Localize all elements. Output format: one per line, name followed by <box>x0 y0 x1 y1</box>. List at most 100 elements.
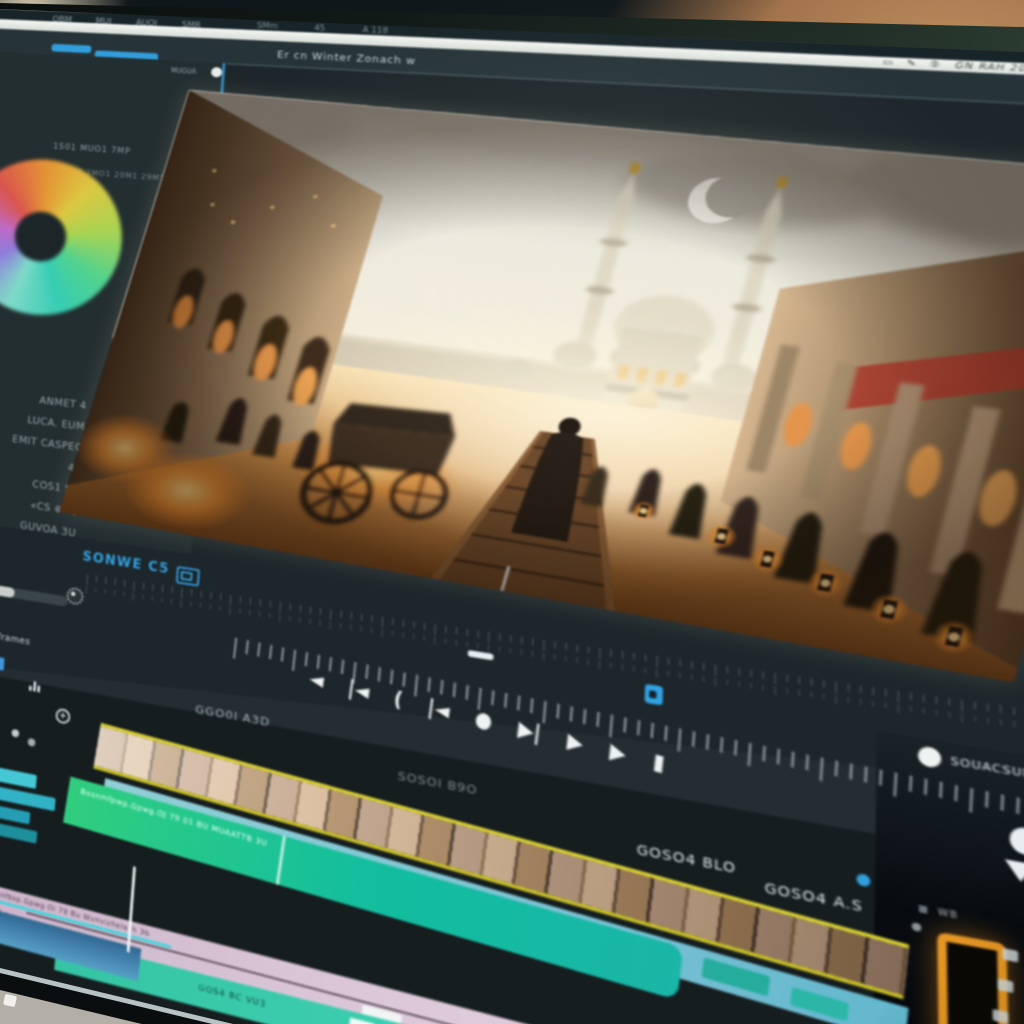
ruler-tick <box>260 599 261 606</box>
transport-button-4[interactable]: ● <box>473 705 493 734</box>
keyframe-icon[interactable] <box>29 680 41 692</box>
transport-button-7[interactable]: ▶ <box>608 737 627 767</box>
ruler-tick <box>152 584 153 591</box>
ruler-tick <box>257 642 260 656</box>
ruler-tick <box>623 717 626 732</box>
ruler-tick <box>191 589 192 596</box>
ruler-tick <box>715 678 716 687</box>
ruler-tick <box>133 581 135 591</box>
ruler-tick <box>873 687 874 695</box>
panel-scrollbar-thumb[interactable] <box>0 584 15 599</box>
badge-2-icon: ② <box>930 59 940 69</box>
ruler-tick <box>181 588 182 598</box>
ruler-tick <box>680 659 681 667</box>
ruler-tick <box>1013 707 1014 715</box>
ruler-tick <box>873 701 874 707</box>
ruler-tick <box>588 646 589 654</box>
ruler-tick <box>894 773 898 797</box>
ruler-tick <box>381 629 382 637</box>
ruler-tick <box>305 652 308 666</box>
image-icon[interactable]: ▭ <box>883 57 893 67</box>
ruler-tick <box>570 706 573 721</box>
ruler-tick <box>434 637 435 645</box>
ruler-tick <box>330 609 331 620</box>
ruler-tick <box>762 746 765 762</box>
transport-button-2[interactable]: ( <box>392 686 404 713</box>
ruler-tick <box>123 592 124 597</box>
transport-button-8[interactable]: ▮ <box>652 748 667 777</box>
ruler-tick <box>969 788 973 813</box>
gear-icon[interactable] <box>66 586 84 605</box>
ruler-tick <box>361 626 362 631</box>
ruler-tick <box>923 708 924 714</box>
ruler-tick <box>645 654 646 662</box>
ruler-tick <box>668 658 669 666</box>
ruler-tick <box>835 760 838 776</box>
ruler-tick <box>692 731 695 747</box>
ruler-tick <box>885 689 886 697</box>
ruler-tick <box>820 757 824 781</box>
ruler-tick <box>382 617 383 628</box>
menu-item[interactable]: SMm <box>257 21 279 30</box>
transport-button-3[interactable]: |◄ <box>426 694 451 724</box>
ruler-tick <box>645 667 646 673</box>
ruler-tick <box>622 651 623 659</box>
transport-button-6[interactable]: ▶ <box>566 727 585 756</box>
ruler-tick <box>403 620 404 627</box>
ruler-tick <box>233 638 237 659</box>
ruler-tick <box>171 598 172 603</box>
ruler-tick <box>622 664 623 670</box>
ruler-tick <box>610 662 611 668</box>
ruler-tick <box>860 685 861 693</box>
ruler-tick <box>229 607 230 615</box>
ruler-tick <box>434 624 435 635</box>
pen-icon[interactable]: ✎ <box>907 58 916 68</box>
ruler-tick <box>499 646 500 652</box>
ruler-tick <box>909 776 912 792</box>
ruler-tick <box>351 612 352 619</box>
ruler-tick <box>720 737 723 753</box>
ruler-tick <box>576 657 577 663</box>
transport-button-1[interactable]: |◄ <box>346 675 371 704</box>
track-green-notch <box>276 836 286 885</box>
transport-button-0[interactable]: ◄ <box>308 665 326 693</box>
ruler-tick <box>898 704 899 713</box>
ruler-tick <box>142 594 143 599</box>
ruler-tick <box>467 629 468 636</box>
ruler-tick <box>879 769 882 785</box>
ruler-tick <box>124 580 125 587</box>
ruler-tick <box>309 619 310 624</box>
ruler-tick <box>898 690 899 702</box>
timeline-panel-label: usaframes <box>0 628 31 646</box>
transport-button-5[interactable]: ▶| <box>517 715 543 746</box>
ruler-tick <box>114 590 115 595</box>
lock-icon[interactable] <box>645 684 663 706</box>
menu-item[interactable]: A 118 <box>362 25 388 35</box>
ruler-tick <box>488 632 489 643</box>
ruler-tick <box>456 627 457 634</box>
ruler-tick <box>152 596 153 601</box>
ruler-tick <box>637 720 640 735</box>
ruler-tick <box>269 613 270 618</box>
ruler-tick <box>521 637 522 644</box>
ruler-tick <box>599 648 600 659</box>
ruler-tick <box>249 610 250 615</box>
ruler-tick <box>521 649 522 655</box>
preview-clip-label: SONWE C5 <box>82 549 170 577</box>
ruler-tick <box>811 678 812 686</box>
ruler-tick <box>633 666 634 672</box>
ruler-tick <box>371 615 372 622</box>
ruler-tick <box>201 591 202 598</box>
project-title: Er cn Winter Zonach w <box>277 49 416 67</box>
ruler-tick <box>656 669 657 678</box>
ruler-tick <box>811 692 812 698</box>
ruler-tick <box>750 683 751 689</box>
ruler-tick <box>762 685 763 691</box>
ruler-tick <box>1001 794 1004 811</box>
monitor-icon[interactable] <box>176 566 200 586</box>
ruler-tick <box>392 618 393 625</box>
ruler-tick <box>532 651 533 657</box>
ruler-tick <box>466 641 467 647</box>
menu-item[interactable]: 45 <box>314 23 326 32</box>
ruler-tick <box>172 587 173 594</box>
